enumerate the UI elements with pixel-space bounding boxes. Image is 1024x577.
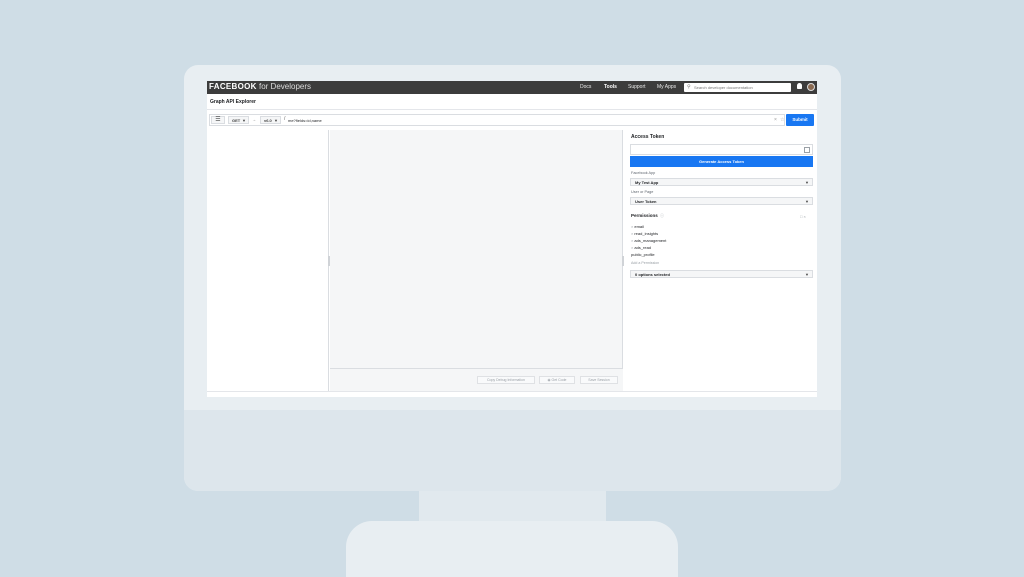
- add-permission-select[interactable]: 0 options selected ▼: [630, 270, 813, 278]
- save-session-button[interactable]: Save Session: [580, 376, 618, 384]
- permissions-actions: □ ×: [800, 214, 806, 219]
- remove-icon[interactable]: ×: [631, 245, 633, 250]
- logo-brand: FACEBOOK: [209, 82, 257, 91]
- method-value: GET: [232, 118, 241, 123]
- remove-icon[interactable]: ×: [631, 224, 633, 229]
- help-icon[interactable]: ⓘ: [660, 213, 664, 219]
- user-or-page-value: User Token: [635, 199, 657, 204]
- top-navigation-bar: FACEBOOK for Developers Docs Tools Suppo…: [207, 81, 817, 94]
- permission-item: ×ads_read: [631, 244, 666, 251]
- generate-access-token-button[interactable]: Generate Access Token: [630, 156, 813, 167]
- nav-support[interactable]: Support: [628, 84, 646, 90]
- permission-label: ads_management: [634, 238, 667, 243]
- access-token-field[interactable]: [630, 144, 813, 155]
- search-box: ⚲: [684, 83, 791, 92]
- path-slash: /: [284, 116, 286, 122]
- menu-icon[interactable]: ☰: [211, 116, 225, 124]
- search-input[interactable]: [694, 84, 788, 91]
- bottom-divider: [207, 391, 817, 392]
- search-icon: ⚲: [687, 84, 691, 90]
- method-select[interactable]: GET ▼: [228, 116, 249, 124]
- chevron-down-icon: ▼: [805, 272, 809, 277]
- query-path-input[interactable]: [288, 116, 768, 124]
- access-token-panel: Access Token Generate Access Token Faceb…: [624, 130, 817, 391]
- permission-item: ×email: [631, 223, 666, 230]
- chevron-down-icon: ▼: [274, 118, 278, 123]
- permission-label: read_insights: [634, 231, 659, 236]
- divider: [207, 109, 817, 110]
- facebook-app-select[interactable]: My Test App ▼: [630, 178, 813, 186]
- get-code-label: Get Code: [551, 378, 567, 382]
- copy-icon[interactable]: □: [800, 214, 802, 219]
- clear-all-icon[interactable]: ×: [804, 214, 806, 219]
- star-icon[interactable]: ☆: [780, 117, 784, 123]
- copy-debug-button[interactable]: Copy Debug Information: [477, 376, 535, 384]
- avatar[interactable]: [807, 83, 815, 91]
- chevron-down-icon: ▼: [242, 118, 246, 123]
- nav-docs[interactable]: Docs: [580, 84, 591, 90]
- remove-icon[interactable]: ×: [631, 238, 633, 243]
- bell-icon[interactable]: [797, 83, 802, 89]
- permission-item: ×read_insights: [631, 230, 666, 237]
- get-code-button[interactable]: ◉ Get Code: [539, 376, 575, 384]
- query-bar: ☰ GET ▼ → v6.0 ▼ / × ☆: [209, 114, 785, 126]
- options-selected-value: 0 options selected: [635, 272, 670, 277]
- copy-icon[interactable]: [804, 147, 810, 153]
- permissions-list: ×email ×read_insights ×ads_management ×a…: [631, 223, 666, 258]
- access-token-title: Access Token: [631, 134, 665, 140]
- nav-tools[interactable]: Tools: [604, 84, 617, 90]
- monitor-chin: [184, 410, 841, 491]
- monitor-stand-neck: [419, 491, 606, 521]
- permission-item: public_profile: [631, 251, 666, 258]
- add-permission-label: Add a Permission: [631, 261, 660, 265]
- page-title: Graph API Explorer: [210, 99, 256, 105]
- nav-my-apps[interactable]: My Apps: [657, 84, 676, 90]
- chevron-down-icon: ▼: [805, 199, 809, 204]
- user-or-page-select[interactable]: User Token ▼: [630, 197, 813, 205]
- version-value: v6.0: [264, 118, 272, 123]
- permission-label: email: [634, 224, 644, 229]
- user-or-page-label: User or Page: [631, 190, 654, 194]
- permission-label: ads_read: [634, 245, 652, 250]
- permission-label: public_profile: [631, 252, 655, 257]
- clear-icon[interactable]: ×: [774, 117, 777, 123]
- response-panel: Copy Debug Information ◉ Get Code Save S…: [330, 130, 623, 391]
- remove-icon[interactable]: ×: [631, 231, 633, 236]
- permission-item: ×ads_management: [631, 237, 666, 244]
- chevron-down-icon: ▼: [805, 180, 809, 185]
- facebook-app-label: Facebook App: [631, 171, 656, 175]
- browser-screen: FACEBOOK for Developers Docs Tools Suppo…: [207, 81, 817, 397]
- facebook-developers-logo[interactable]: FACEBOOK for Developers: [209, 82, 311, 91]
- field-explorer-panel: [207, 130, 329, 391]
- arrow-right-icon: →: [252, 117, 256, 122]
- permissions-title: Permissions: [631, 213, 658, 218]
- monitor-stand-base: [346, 521, 678, 577]
- logo-suffix: for Developers: [258, 82, 312, 91]
- facebook-app-value: My Test App: [635, 180, 659, 185]
- submit-button[interactable]: Submit: [786, 114, 814, 126]
- version-select[interactable]: v6.0 ▼: [260, 116, 281, 124]
- response-footer: Copy Debug Information ◉ Get Code Save S…: [330, 368, 623, 391]
